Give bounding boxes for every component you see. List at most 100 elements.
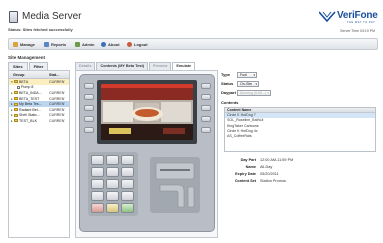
type-select[interactable]: Fuel ▾ xyxy=(237,71,257,78)
content-tabs: Details Contents (MY Beta Test) Preview … xyxy=(75,62,196,70)
chevron-down-icon: ▾ xyxy=(253,72,255,77)
admin-label: Admin xyxy=(82,42,95,47)
site-tabs: Sites Filter xyxy=(8,62,49,70)
contents-list: Content Name Circle K HotDog 7 SOL_Rosel… xyxy=(224,107,376,152)
tab-contents[interactable]: Contents (MY Beta Test) xyxy=(96,62,148,70)
detail-value: 05/20/2011 xyxy=(260,172,279,176)
key-2[interactable] xyxy=(106,155,119,165)
daypart-select-value: Morning (6:00...) xyxy=(240,90,267,95)
key-5[interactable] xyxy=(106,167,119,177)
key-0[interactable] xyxy=(106,191,119,201)
brand-logo: VeriFone THE WAY TO PAY xyxy=(317,10,378,24)
main-toolbar: Manage Reports Admin About Logout xyxy=(8,38,378,50)
logout-icon xyxy=(127,42,132,47)
admin-icon xyxy=(75,42,80,47)
status-text: Sites fetched successfully xyxy=(22,27,73,32)
site-tree: Group Stat... ▾ BETA CURRENT Pump 8 ▸ BE… xyxy=(8,70,70,238)
logout-button[interactable]: Logout xyxy=(127,41,148,48)
chevron-down-icon: ▾ xyxy=(267,90,269,95)
about-button[interactable]: About xyxy=(101,41,120,48)
left-soft-key-2[interactable] xyxy=(84,94,94,100)
type-select-value: Fuel xyxy=(240,72,247,77)
tab-preview[interactable]: Preview xyxy=(148,62,172,70)
key-enter[interactable] xyxy=(121,203,134,213)
column-group[interactable]: Group xyxy=(9,71,45,78)
key-8[interactable] xyxy=(106,179,119,189)
detail-value: Station Promos xyxy=(260,179,286,183)
status-label: Status: xyxy=(8,27,22,32)
key-4[interactable] xyxy=(91,167,104,177)
key-clear[interactable] xyxy=(106,203,119,213)
detail-name: Name All-Day xyxy=(221,165,379,171)
folder-icon xyxy=(14,108,18,112)
right-soft-key-1[interactable] xyxy=(201,83,211,89)
key-3[interactable] xyxy=(121,155,134,165)
type-label: Type xyxy=(221,72,231,77)
tree-row-name: Radiant Bet... xyxy=(19,107,41,112)
left-soft-key-4[interactable] xyxy=(84,116,94,122)
tree-row-name: My Beta Tes... xyxy=(19,102,42,107)
tree-row[interactable]: ▸ TEST_BLK CURRENT xyxy=(9,118,69,124)
checkbox-icon[interactable] xyxy=(17,85,20,89)
manage-icon xyxy=(13,42,18,47)
key-9[interactable] xyxy=(121,179,134,189)
detail-value: All-Day xyxy=(260,165,273,169)
reports-button[interactable]: Reports xyxy=(44,41,66,48)
admin-button[interactable]: Admin xyxy=(75,41,94,48)
tree-row-name: BETA_TEST xyxy=(19,96,40,101)
tree-row-name: TEST_BLK xyxy=(19,118,37,123)
tree-row-name: BETA_INDA... xyxy=(19,90,42,95)
left-soft-key-1[interactable] xyxy=(84,83,94,89)
tab-filter[interactable]: Filter xyxy=(28,62,49,70)
left-soft-key-3[interactable] xyxy=(84,105,94,111)
folder-icon xyxy=(14,119,18,123)
key-6[interactable] xyxy=(121,167,134,177)
tree-row-status: CURRENT xyxy=(49,118,65,123)
left-soft-key-5[interactable] xyxy=(84,127,94,133)
key-1[interactable] xyxy=(91,155,104,165)
key-cancel[interactable] xyxy=(91,203,104,213)
app-title: Media Server xyxy=(22,11,82,22)
right-soft-key-2[interactable] xyxy=(201,94,211,100)
tree-row-status: CURRENT xyxy=(49,96,65,101)
title-bar: Media Server Status: Sites fetched succe… xyxy=(0,0,383,35)
brand-name: VeriFone xyxy=(337,10,378,21)
list-item[interactable]: AS_CoffeeRats xyxy=(225,134,375,139)
daypart-label: Daypart xyxy=(221,90,236,95)
key-star[interactable] xyxy=(91,191,104,201)
logout-label: Logout xyxy=(134,42,148,47)
status-select[interactable]: On-Site ▾ xyxy=(237,80,259,87)
server-time: Server Time 03:19 PM xyxy=(340,29,375,33)
status-line: Status: Sites fetched successfully xyxy=(8,27,73,32)
media-screen xyxy=(101,84,193,140)
card-reader xyxy=(150,157,200,213)
folder-icon xyxy=(14,80,18,84)
about-label: About xyxy=(108,42,120,47)
detail-key: Content Set xyxy=(234,179,256,183)
tab-emulate[interactable]: Emulate xyxy=(172,62,196,70)
reports-label: Reports xyxy=(51,42,67,47)
right-soft-key-4[interactable] xyxy=(201,116,211,122)
right-soft-key-3[interactable] xyxy=(201,105,211,111)
promo-video-image xyxy=(101,84,193,140)
contents-label: Contents xyxy=(221,100,239,105)
daypart-field: Daypart Morning (6:00...) ▾ xyxy=(221,89,271,96)
detail-key: Expiry Date xyxy=(235,172,256,176)
column-status[interactable]: Stat... xyxy=(45,71,59,78)
media-server-logo-icon xyxy=(9,11,18,23)
key-hash[interactable] xyxy=(121,191,134,201)
tab-sites[interactable]: Sites xyxy=(8,62,28,70)
status-select-value: On-Site xyxy=(240,81,253,86)
daypart-select[interactable]: Morning (6:00...) ▾ xyxy=(237,89,271,96)
reports-icon xyxy=(44,42,49,47)
folder-icon xyxy=(14,102,18,106)
key-7[interactable] xyxy=(91,179,104,189)
right-soft-key-5[interactable] xyxy=(201,127,211,133)
emulator-panel xyxy=(75,70,218,238)
status-field: Status On-Site ▾ xyxy=(221,80,259,87)
folder-icon xyxy=(14,113,18,117)
detail-key: Day Part xyxy=(240,158,256,162)
manage-button[interactable]: Manage xyxy=(13,41,35,48)
tab-details[interactable]: Details xyxy=(75,62,96,70)
manage-label: Manage xyxy=(20,42,35,47)
